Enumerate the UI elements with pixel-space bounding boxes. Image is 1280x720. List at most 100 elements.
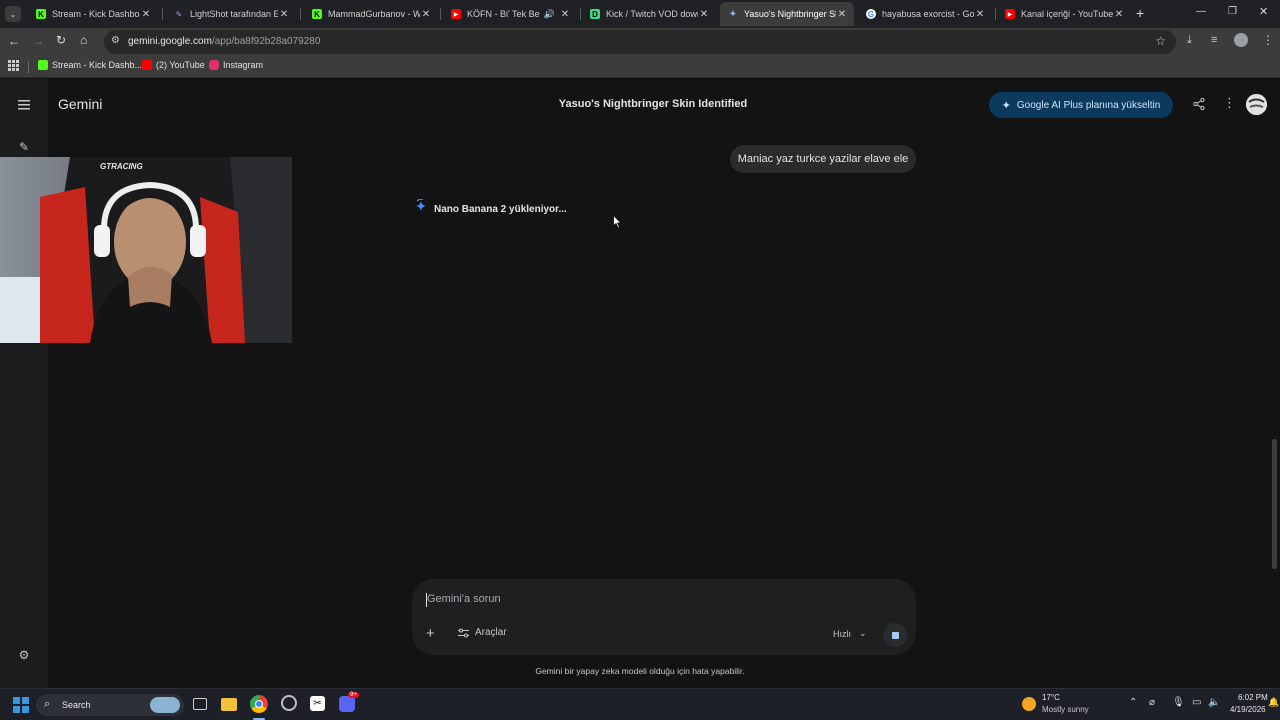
youtube-icon <box>142 60 152 70</box>
bookmark-item[interactable]: Instagram <box>209 60 263 70</box>
tools-button[interactable]: Araçlar <box>458 627 507 638</box>
windows-taskbar: ⌕ Search ✂ 9+ 17°C Mostly sunny ⌃ ⌀ 🎙 ▭ … <box>0 688 1280 720</box>
browser-menu-icon[interactable]: ⋮ <box>1262 33 1274 47</box>
spark-icon: ✦ <box>1001 99 1011 112</box>
close-icon[interactable]: ✕ <box>278 9 290 20</box>
add-attachment-button[interactable]: + <box>426 625 435 642</box>
notification-bell-icon[interactable]: 🔔 <box>1268 697 1279 708</box>
close-icon[interactable]: ✕ <box>974 9 986 20</box>
tab-title: Stream - Kick Dashboard <box>52 9 140 19</box>
loading-text: Nano Banana 2 yükleniyor... <box>434 204 567 215</box>
close-icon[interactable]: ✕ <box>420 9 432 20</box>
profile-icon[interactable] <box>1234 33 1248 47</box>
prompt-input-box[interactable]: Gemini'a sorun + Araçlar Hızlı ⌄ <box>412 579 916 655</box>
weather-temp[interactable]: 17°C <box>1042 693 1060 702</box>
browser-tab-strip: ⌄ K Stream - Kick Dashboard ✕ ✎ LightSho… <box>0 0 1280 28</box>
mode-label: Hızlı <box>833 628 851 639</box>
clock-date[interactable]: 4/19/2026 <box>1230 705 1266 714</box>
user-message-bubble: Maniac yaz turkce yazilar elave ele <box>730 145 916 173</box>
weather-desc[interactable]: Mostly sunny <box>1042 705 1089 714</box>
close-icon[interactable]: ✕ <box>698 9 710 20</box>
user-message-text: Maniac yaz turkce yazilar elave ele <box>737 153 909 165</box>
tab-title: Kanal içeriği - YouTube St <box>1021 9 1113 19</box>
browser-tab-active[interactable]: ✦ Yasuo's Nightbringer Skin ✕ <box>720 2 854 26</box>
browser-tab[interactable]: K Stream - Kick Dashboard ✕ <box>28 2 158 26</box>
close-icon[interactable]: ✕ <box>140 9 152 20</box>
feather-pen-icon: ✎ <box>175 9 183 19</box>
app-icon[interactable] <box>281 695 297 711</box>
upgrade-plan-button[interactable]: ✦ Google AI Plus planına yükseltin <box>989 92 1173 118</box>
tab-title: Kick / Twitch VOD downlo <box>606 9 698 19</box>
volume-icon[interactable]: 🔈 <box>1208 697 1220 708</box>
settings-icon[interactable]: ⚙ <box>14 645 34 665</box>
browser-tab[interactable]: ▶ KÖFN - Bi' Tek Ben An 🔊 ✕ <box>443 2 577 26</box>
notification-badge: 9+ <box>348 692 359 698</box>
close-icon[interactable]: ✕ <box>836 9 848 20</box>
back-button[interactable]: ← <box>8 34 20 48</box>
tab-title: KÖFN - Bi' Tek Ben An <box>467 9 540 19</box>
youtube-icon: ▶ <box>451 9 461 19</box>
upgrade-label: Google AI Plus planına yükseltin <box>1016 99 1161 111</box>
new-chat-icon[interactable]: ✎ <box>14 137 34 157</box>
scrollbar[interactable] <box>1272 439 1277 569</box>
discord-icon[interactable] <box>339 696 355 712</box>
model-mode-selector[interactable]: Hızlı ⌄ <box>833 628 867 639</box>
microphone-icon[interactable]: 🎙 <box>1172 697 1185 708</box>
bookmark-item[interactable]: (2) YouTube <box>142 60 205 70</box>
tab-search-button[interactable]: ⌄ <box>5 6 21 22</box>
capcut-icon[interactable]: ✂ <box>310 696 325 711</box>
search-icon: ⌕ <box>44 698 51 710</box>
new-tab-button[interactable]: + <box>1136 5 1144 21</box>
weather-icon[interactable] <box>1022 697 1036 711</box>
minimize-button[interactable]: — <box>1196 6 1206 17</box>
bookmark-star-icon[interactable]: ☆ <box>1155 34 1166 48</box>
bookmark-label: Stream - Kick Dashb... <box>52 60 143 70</box>
tab-title: hayabusa exorcist - Goog <box>882 9 974 19</box>
model-loading-indicator: Nano Banana 2 yükleniyor... <box>416 199 567 215</box>
speaker-icon[interactable]: 🔊 <box>544 9 555 20</box>
apps-grid-icon[interactable] <box>8 60 19 71</box>
tools-sliders-icon <box>458 628 469 637</box>
stop-generation-button[interactable] <box>883 623 907 647</box>
close-icon[interactable]: ✕ <box>1113 9 1125 20</box>
share-icon[interactable] <box>1193 97 1205 115</box>
windows-start-icon[interactable] <box>13 697 29 713</box>
network-off-icon[interactable]: ⌀ <box>1149 697 1155 708</box>
prompt-input[interactable]: Gemini'a sorun <box>427 593 501 605</box>
browser-tab[interactable]: D Kick / Twitch VOD downlo ✕ <box>582 2 716 26</box>
media-controls-icon[interactable]: ≡ <box>1211 34 1217 46</box>
url-text[interactable]: gemini.google.com/app/ba8f92b28a079280 <box>128 36 320 47</box>
svg-text:GTRACING: GTRACING <box>100 162 143 171</box>
address-bar[interactable]: ⚙ gemini.google.com/app/ba8f92b28a079280… <box>104 30 1176 54</box>
browser-toolbar: ← → ↻ ⌂ ⚙ gemini.google.com/app/ba8f92b2… <box>0 28 1280 56</box>
taskbar-search[interactable]: ⌕ Search <box>36 694 184 716</box>
reload-button[interactable]: ↻ <box>56 33 66 47</box>
tab-title: Yasuo's Nightbringer Skin <box>744 9 836 19</box>
browser-tab[interactable]: ✎ LightShot tarafından Ekra ✕ <box>166 2 296 26</box>
avatar[interactable] <box>1246 94 1267 115</box>
file-explorer-icon[interactable] <box>221 698 237 711</box>
close-icon[interactable]: ✕ <box>559 9 571 20</box>
restore-button[interactable]: ❐ <box>1228 6 1237 17</box>
browser-tab[interactable]: G hayabusa exorcist - Goog ✕ <box>858 2 992 26</box>
clock-time[interactable]: 6:02 PM <box>1238 693 1268 702</box>
display-icon[interactable]: ▭ <box>1192 697 1201 708</box>
browser-tab[interactable]: K MammadGurbanov - Wat ✕ <box>304 2 438 26</box>
chevron-down-icon: ⌄ <box>859 628 867 638</box>
task-view-icon[interactable] <box>193 698 207 710</box>
bookmark-item[interactable]: Stream - Kick Dashb... <box>38 60 142 70</box>
tab-title: LightShot tarafından Ekra <box>190 9 278 19</box>
downloads-icon[interactable]: ⤓ <box>1187 34 1192 47</box>
forward-button[interactable]: → <box>32 34 44 48</box>
bookmark-label: Instagram <box>223 60 264 70</box>
window-close-button[interactable]: ✕ <box>1259 5 1268 18</box>
gemini-spinner-icon <box>416 199 426 211</box>
browser-tab[interactable]: ▶ Kanal içeriği - YouTube St ✕ <box>997 2 1131 26</box>
more-options-icon[interactable]: ⋮ <box>1223 95 1236 111</box>
chevron-up-icon[interactable]: ⌃ <box>1129 697 1137 708</box>
tab-title: MammadGurbanov - Wat <box>328 9 420 19</box>
chrome-icon[interactable] <box>250 695 268 713</box>
site-info-icon[interactable]: ⚙ <box>111 35 120 46</box>
gemini-spark-icon: ✦ <box>728 8 738 20</box>
home-button[interactable]: ⌂ <box>80 33 87 47</box>
